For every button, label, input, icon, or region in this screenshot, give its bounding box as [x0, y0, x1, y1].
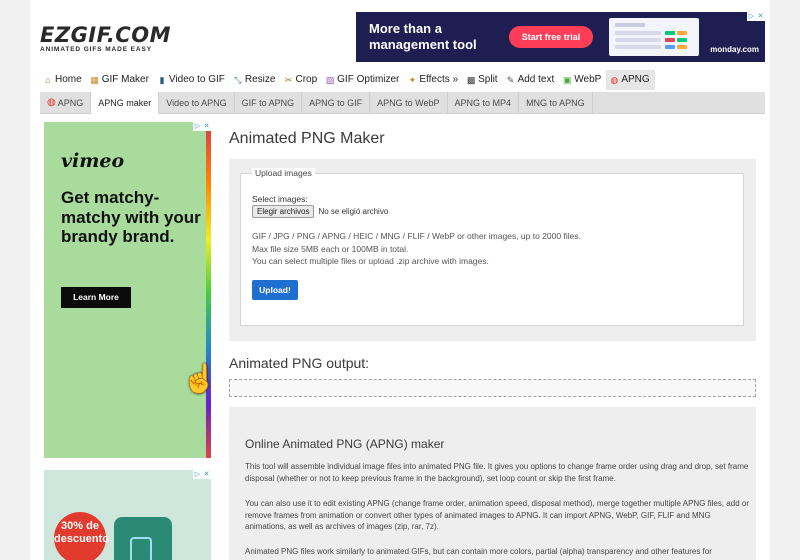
nav-item-video-to-gif[interactable]: ▮ Video to GIF: [154, 70, 230, 90]
choose-files-button[interactable]: Elegir archivos: [252, 205, 315, 218]
video-icon: ▮: [159, 75, 165, 85]
logo-tagline: ANIMATED GIFS MADE EASY: [40, 46, 152, 53]
info-paragraph-1: This tool will assemble individual image…: [245, 462, 749, 483]
ad-start-trial-button[interactable]: Start free trial: [509, 26, 593, 48]
side-ad-discount[interactable]: 30% de descuento ▷ ✕: [44, 470, 211, 560]
nav-item-effects[interactable]: ✦ Effects »: [404, 70, 463, 90]
nav-label: Video to GIF: [168, 74, 225, 85]
ad-info-icon[interactable]: ▷: [747, 12, 756, 21]
optimizer-icon: ▧: [325, 75, 335, 85]
nav-label: WebP: [574, 74, 602, 85]
help-multiple: You can select multiple files or upload …: [252, 256, 489, 266]
ad-close-icon[interactable]: ✕: [202, 470, 211, 479]
pointer-hand-icon: ☝: [182, 363, 211, 394]
add-text-icon: ✎: [506, 75, 515, 85]
side-ad-vimeo[interactable]: vimeo Get matchy-matchy with your brandy…: [44, 122, 211, 458]
ad-close-icon[interactable]: ✕: [202, 122, 211, 131]
sub-nav: ◍ APNG APNG maker Video to APNG GIF to AP…: [40, 92, 765, 114]
apng-icon: ◍: [610, 75, 619, 85]
resize-icon: ⤡: [234, 75, 242, 85]
nav-item-resize[interactable]: ⤡ Resize: [230, 70, 281, 90]
tab-label: APNG: [57, 98, 84, 108]
upload-panel: Upload images Select images: Elegir arch…: [229, 159, 756, 341]
ad-decoration-stripe: [206, 130, 211, 458]
ad-discount-badge: 30% de descuento: [54, 512, 109, 560]
info-section: Online Animated PNG (APNG) maker This to…: [229, 407, 756, 560]
output-title: Animated PNG output:: [229, 355, 370, 371]
ad-learn-more-button[interactable]: Learn More: [61, 287, 131, 308]
nav-item-webp[interactable]: ▣ WebP: [559, 70, 606, 90]
ad-info-icon[interactable]: ▷: [193, 470, 202, 479]
output-area: [229, 379, 756, 397]
main-nav: ⌂ Home ▦ GIF Maker ▮ Video to GIF ⤡ Resize ✂…: [40, 70, 655, 90]
effects-icon: ✦: [408, 75, 417, 85]
gif-maker-icon: ▦: [90, 75, 99, 85]
webp-icon: ▣: [563, 75, 572, 85]
help-size: Max file size 5MB each or 100MB in total…: [252, 243, 409, 254]
tab-mng-to-apng[interactable]: MNG to APNG: [519, 92, 593, 114]
ad-product-screenshot: [609, 18, 699, 56]
page-title: Animated PNG Maker: [229, 130, 385, 147]
upload-help-text: GIF / JPG / PNG / APNG / HEIC / MNG / FL…: [252, 230, 732, 268]
top-banner-ad[interactable]: More than a management tool Start free t…: [356, 12, 765, 62]
site-logo[interactable]: EZGIF.COM ANIMATED GIFS MADE EASY: [40, 24, 175, 53]
nav-item-crop[interactable]: ✂ Crop: [280, 70, 322, 90]
ad-info-icon[interactable]: ▷: [193, 122, 202, 131]
upload-fieldset: Upload images Select images: Elegir arch…: [240, 168, 744, 326]
upload-legend: Upload images: [252, 168, 315, 178]
split-icon: ▩: [466, 75, 476, 85]
ad-close-icon[interactable]: ✕: [756, 12, 765, 21]
ad-copy: Get matchy-matchy with your brandy brand…: [61, 188, 201, 246]
apng-icon: ◍: [47, 97, 56, 108]
nav-item-split[interactable]: ▩ Split: [463, 70, 502, 90]
nav-item-gif-optimizer[interactable]: ▧ GIF Optimizer: [322, 70, 404, 90]
upload-button[interactable]: Upload!: [252, 280, 298, 300]
nav-label: Crop: [295, 74, 318, 85]
nav-label: Effects »: [419, 74, 459, 85]
nav-label: Add text: [517, 74, 555, 85]
page: EZGIF.COM ANIMATED GIFS MADE EASY More t…: [30, 0, 770, 560]
tab-apng-to-mp4[interactable]: APNG to MP4: [448, 92, 520, 114]
nav-item-add-text[interactable]: ✎ Add text: [503, 70, 560, 90]
ad-brand-logo: vimeo: [61, 150, 125, 172]
nav-label: Home: [55, 74, 82, 85]
select-images-label: Select images:: [252, 194, 308, 204]
ad-brand-name: monday.com: [710, 45, 759, 54]
nav-item-gif-maker[interactable]: ▦ GIF Maker: [87, 70, 154, 90]
home-icon: ⌂: [45, 75, 51, 85]
tab-apng-maker[interactable]: APNG maker: [91, 92, 160, 114]
info-paragraph-2: You can also use it to edit existing APN…: [245, 499, 749, 531]
help-formats: GIF / JPG / PNG / APNG / HEIC / MNG / FL…: [252, 231, 581, 241]
file-status: No se eligió archivo: [318, 207, 389, 216]
tab-apng-to-gif[interactable]: APNG to GIF: [302, 92, 371, 114]
ad-headline: More than a management tool: [369, 21, 477, 52]
nav-label: Split: [478, 74, 498, 85]
nav-item-apng[interactable]: ◍ APNG: [606, 70, 655, 90]
tab-apng-to-webp[interactable]: APNG to WebP: [370, 92, 448, 114]
info-heading: Online Animated PNG (APNG) maker: [245, 437, 445, 451]
tab-apng[interactable]: ◍ APNG: [40, 92, 92, 114]
nav-label: GIF Maker: [101, 74, 149, 85]
file-input[interactable]: Elegir archivos No se eligió archivo: [252, 205, 388, 218]
ad-product-image: [114, 517, 172, 560]
nav-item-home[interactable]: ⌂ Home: [40, 70, 87, 90]
nav-label: GIF Optimizer: [337, 74, 400, 85]
nav-label: APNG: [621, 74, 650, 85]
crop-icon: ✂: [284, 75, 293, 85]
logo-text: EZGIF.COM: [40, 23, 171, 47]
nav-label: Resize: [244, 74, 276, 85]
info-paragraph-3: Animated PNG files work similarly to ani…: [245, 547, 712, 556]
tab-gif-to-apng[interactable]: GIF to APNG: [235, 92, 303, 114]
tab-video-to-apng[interactable]: Video to APNG: [159, 92, 235, 114]
